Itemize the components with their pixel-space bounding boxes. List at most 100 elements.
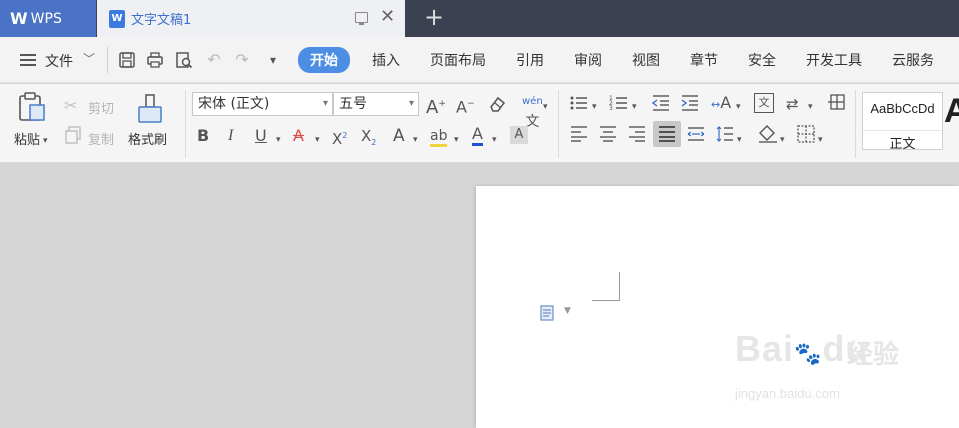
format-painter-icon[interactable] — [136, 94, 164, 124]
font-color-icon[interactable]: A — [472, 124, 483, 146]
tab-view[interactable]: 视图 — [632, 50, 660, 70]
margin-corner-mark — [592, 300, 620, 301]
highlight-icon[interactable]: ab — [430, 126, 448, 147]
print-preview-icon[interactable] — [175, 51, 193, 69]
redo-icon[interactable]: ↷ — [233, 51, 251, 69]
copy-label[interactable]: 复制 — [88, 129, 114, 148]
font-size-value: 五号 — [339, 96, 367, 112]
paragraph-spacing-icon[interactable] — [715, 125, 735, 148]
clear-formatting-icon[interactable] — [487, 94, 507, 119]
subscript-button[interactable]: X2 — [361, 126, 376, 153]
wps-logo-icon: W — [10, 9, 28, 28]
align-left-icon[interactable] — [569, 125, 589, 148]
tab-home[interactable]: 开始 — [298, 47, 350, 73]
undo-icon[interactable]: ↶ — [205, 51, 223, 69]
style-heading-preview[interactable]: A — [944, 92, 959, 131]
group-divider — [185, 90, 186, 158]
cut-label[interactable]: 剪切 — [88, 98, 114, 117]
margin-corner-mark — [619, 272, 620, 301]
paragraph-spacing-dropdown-icon[interactable]: ▾ — [737, 130, 742, 150]
strikethrough-dropdown-icon[interactable]: ▾ — [315, 130, 320, 150]
tab-section[interactable]: 章节 — [690, 50, 718, 70]
text-effects-dropdown-icon[interactable]: ▾ — [413, 130, 418, 150]
paste-options-icon[interactable] — [540, 305, 554, 321]
title-bar: W WPS W 文字文稿1 ✕ + — [0, 0, 959, 37]
save-icon[interactable] — [118, 51, 136, 69]
tab-security[interactable]: 安全 — [748, 50, 776, 70]
grow-font-icon[interactable]: A+ — [426, 94, 446, 118]
shrink-font-icon[interactable]: A− — [456, 94, 475, 117]
watermark: Bai🐾du 经验 jingyan.baidu.com — [735, 328, 935, 408]
scissors-icon[interactable]: ✂ — [64, 96, 77, 116]
chinese-layout-icon[interactable]: 文 — [754, 93, 774, 113]
align-center-icon[interactable] — [598, 125, 618, 148]
font-color-dropdown-icon[interactable]: ▾ — [492, 130, 497, 150]
ribbon-toolbar: 粘贴 ▾ ✂ 剪切 复制 格式刷 宋体 (正文) ▾ 五号 ▾ A+ A− wé… — [0, 84, 959, 163]
font-size-select[interactable]: 五号 ▾ — [333, 92, 419, 116]
tab-insert[interactable]: 插入 — [372, 50, 400, 70]
style-normal[interactable]: AaBbCcDd 正文 — [862, 92, 943, 152]
numbered-list-icon[interactable]: 123 — [609, 94, 629, 117]
change-case-icon[interactable]: ↔A — [711, 93, 731, 115]
chevron-down-icon: ▾ — [322, 98, 328, 109]
monitor-icon[interactable] — [355, 12, 368, 25]
chevron-down-icon[interactable]: ﹀ — [83, 50, 95, 67]
font-name-select[interactable]: 宋体 (正文) ▾ — [192, 92, 333, 116]
bullet-dropdown-icon[interactable]: ▾ — [592, 97, 597, 117]
change-case-dropdown-icon[interactable]: ▾ — [736, 97, 741, 117]
numbering-dropdown-icon[interactable]: ▾ — [632, 97, 637, 117]
customize-quick-access-icon[interactable]: ▾ — [264, 51, 282, 69]
close-tab-icon[interactable]: ✕ — [380, 8, 395, 26]
watermark-url: jingyan.baidu.com — [735, 386, 840, 401]
character-shading-icon[interactable]: A — [510, 126, 528, 144]
highlight-dropdown-icon[interactable]: ▾ — [454, 130, 459, 150]
group-divider — [558, 90, 559, 158]
borders-icon[interactable] — [796, 125, 816, 148]
document-tab[interactable]: W 文字文稿1 ✕ — [97, 0, 405, 37]
paste-dropdown-icon[interactable]: ▾ — [43, 131, 48, 151]
text-effects-icon[interactable]: A — [393, 126, 405, 146]
style-name-label: 正文 — [863, 130, 942, 152]
show-hide-marks-icon[interactable] — [826, 93, 846, 113]
paste-options-dropdown-icon[interactable]: ▼ — [564, 306, 571, 316]
line-spacing-dropdown-icon[interactable]: ▾ — [808, 97, 813, 117]
paste-label[interactable]: 粘贴 — [14, 129, 40, 148]
shading-fill-icon[interactable] — [757, 124, 779, 149]
wps-app-tab[interactable]: W WPS — [0, 0, 96, 37]
print-icon[interactable] — [146, 51, 164, 69]
copy-icon[interactable] — [64, 126, 82, 149]
tab-page-layout[interactable]: 页面布局 — [430, 50, 486, 70]
writer-doc-icon: W — [109, 9, 125, 28]
svg-text:3: 3 — [609, 105, 613, 112]
superscript-button[interactable]: X2 — [332, 126, 347, 149]
paw-icon: 🐾 — [794, 341, 823, 366]
line-spacing-icon[interactable]: ⇄ — [786, 94, 799, 114]
decrease-indent-icon[interactable] — [651, 94, 671, 117]
tab-developer[interactable]: 开发工具 — [806, 50, 862, 70]
new-tab-plus-icon[interactable]: + — [424, 4, 444, 30]
distributed-align-icon[interactable] — [686, 125, 706, 148]
align-right-icon[interactable] — [627, 125, 647, 148]
format-painter-label[interactable]: 格式刷 — [128, 129, 167, 148]
strikethrough-button[interactable]: A — [293, 126, 304, 146]
bold-button[interactable]: B — [197, 126, 209, 146]
document-tab-label: 文字文稿1 — [131, 13, 192, 28]
italic-button[interactable]: I — [228, 126, 233, 146]
toolbar-divider — [107, 47, 108, 73]
file-menu[interactable]: 文件 — [45, 51, 73, 71]
hamburger-menu-icon[interactable] — [20, 54, 36, 66]
tab-review[interactable]: 审阅 — [574, 50, 602, 70]
underline-dropdown-icon[interactable]: ▾ — [276, 130, 281, 150]
ribbon-tabs: 开始 插入 页面布局 引用 审阅 视图 章节 安全 开发工具 云服务 — [298, 47, 959, 73]
phonetic-dropdown-icon[interactable]: ▾ — [543, 97, 548, 117]
shading-dropdown-icon[interactable]: ▾ — [780, 130, 785, 150]
justify-icon[interactable] — [653, 121, 681, 147]
bullet-list-icon[interactable] — [569, 94, 589, 117]
borders-dropdown-icon[interactable]: ▾ — [818, 130, 823, 150]
underline-button[interactable]: U — [255, 126, 267, 146]
paste-button[interactable] — [16, 92, 48, 122]
increase-indent-icon[interactable] — [680, 94, 700, 117]
chevron-down-icon: ▾ — [408, 98, 414, 109]
tab-cloud-service[interactable]: 云服务 — [892, 50, 934, 70]
tab-references[interactable]: 引用 — [516, 50, 544, 70]
